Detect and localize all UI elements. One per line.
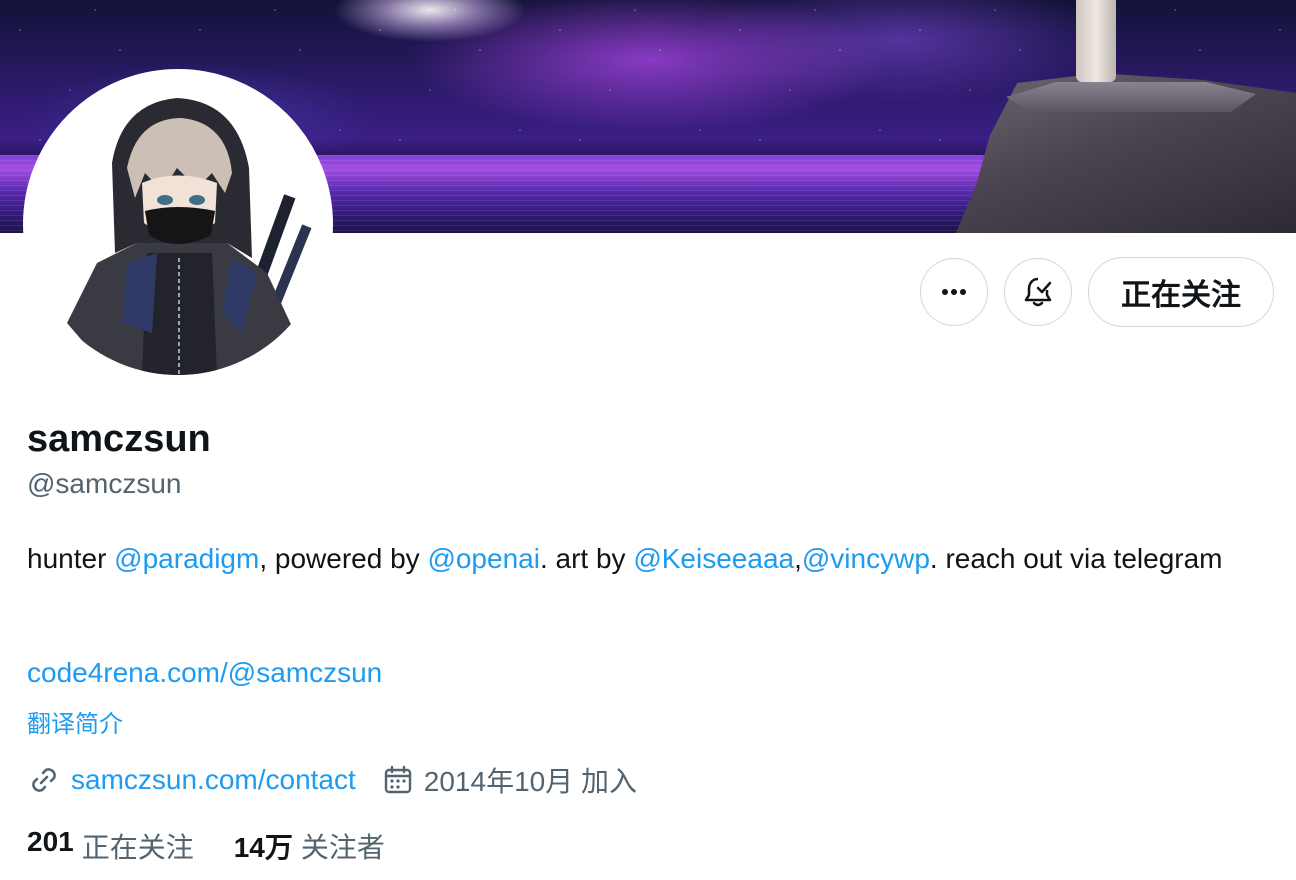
- avatar-illustration: [27, 73, 329, 375]
- followers-count: 14万: [233, 832, 293, 863]
- user-handle: @samczsun: [27, 468, 182, 499]
- website-item: samczsun.com/contact: [27, 763, 356, 797]
- bio-text: hunter: [27, 543, 115, 574]
- more-horizontal-icon: [942, 289, 966, 295]
- mention-paradigm[interactable]: @paradigm: [114, 543, 259, 574]
- following-label: 正在关注: [81, 832, 194, 863]
- joined-item: 2014年10月 加入: [382, 760, 637, 800]
- followers-label: 关注者: [300, 832, 385, 863]
- calendar-icon: [384, 765, 411, 794]
- joined-date: 2014年10月 加入: [423, 766, 637, 797]
- profile-bio: hunter @paradigm, powered by @openai. ar…: [27, 540, 1257, 578]
- bio-url-link[interactable]: code4rena.com/@samczsun: [27, 657, 382, 689]
- mention-openai[interactable]: @openai: [427, 543, 540, 574]
- profile-actions: 正在关注: [920, 257, 1274, 327]
- bio-text: ,: [794, 543, 802, 574]
- profile-stats: 201 正在关注 14万 关注者: [27, 826, 425, 866]
- bio-text: . reach out via telegram: [929, 543, 1223, 574]
- mention-vincywp[interactable]: @vincywp: [802, 543, 930, 574]
- mention-keiseeaaa[interactable]: @Keiseeaaa: [633, 543, 794, 574]
- following-button-label: 正在关注: [1121, 279, 1241, 312]
- link-icon: [32, 768, 56, 792]
- bio-text: . art by: [539, 543, 634, 574]
- notifications-button[interactable]: [1004, 258, 1072, 326]
- banner-figure: [1076, 0, 1116, 82]
- followers-stat[interactable]: 14万 关注者: [234, 826, 385, 866]
- website-link[interactable]: samczsun.com/contact: [71, 764, 356, 796]
- following-count: 201: [27, 826, 74, 857]
- following-button[interactable]: 正在关注: [1088, 257, 1274, 327]
- following-stat[interactable]: 201 正在关注: [27, 826, 194, 866]
- bio-text: , powered by: [259, 543, 428, 574]
- profile-avatar[interactable]: [23, 69, 333, 379]
- more-button[interactable]: [920, 258, 988, 326]
- display-name: samczsun: [27, 418, 211, 460]
- bell-check-icon: [1024, 277, 1052, 307]
- banner-rock-ledge: [1006, 82, 1256, 112]
- translate-bio-link[interactable]: 翻译简介: [27, 704, 123, 739]
- profile-meta: samczsun.com/contact 2014年10月 加入: [27, 760, 663, 800]
